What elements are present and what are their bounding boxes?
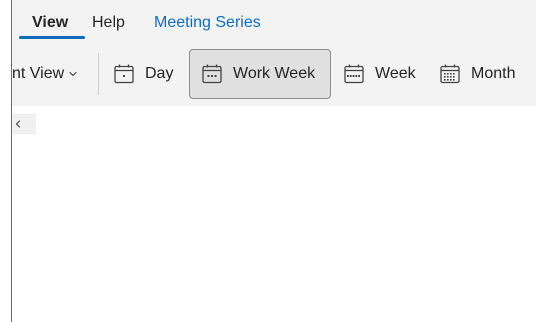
app-window: View Help Meeting Series nt View Day Wor… xyxy=(0,0,536,322)
tab-help[interactable]: Help xyxy=(92,13,125,33)
active-tab-indicator xyxy=(19,36,85,39)
chevron-down-icon xyxy=(69,71,77,77)
current-view-button[interactable]: nt View xyxy=(12,49,77,99)
ribbon-tab-bar: View Help Meeting Series xyxy=(12,0,536,42)
day-view-button[interactable]: Day xyxy=(113,49,173,99)
calendar-content-area xyxy=(12,134,536,322)
tab-view[interactable]: View xyxy=(32,13,68,33)
chevron-left-icon xyxy=(15,120,21,128)
month-view-label: Month xyxy=(471,65,516,82)
calendar-work-week-icon xyxy=(202,64,222,84)
month-view-button[interactable]: Month xyxy=(439,49,515,99)
current-view-label: nt View xyxy=(12,65,65,82)
ribbon-separator xyxy=(98,53,99,95)
calendar-week-icon xyxy=(344,64,364,84)
week-view-label: Week xyxy=(375,65,416,82)
collapse-pane-button[interactable] xyxy=(12,114,36,134)
day-view-label: Day xyxy=(145,65,174,82)
ribbon-toolbar: nt View Day Work Week Week Month xyxy=(12,42,536,106)
work-week-view-button[interactable]: Work Week xyxy=(189,49,331,99)
tab-meeting-series[interactable]: Meeting Series xyxy=(154,13,261,33)
week-view-button[interactable]: Week xyxy=(343,49,416,99)
work-week-view-label: Work Week xyxy=(233,65,316,82)
calendar-month-icon xyxy=(440,64,460,84)
calendar-day-icon xyxy=(114,64,134,84)
